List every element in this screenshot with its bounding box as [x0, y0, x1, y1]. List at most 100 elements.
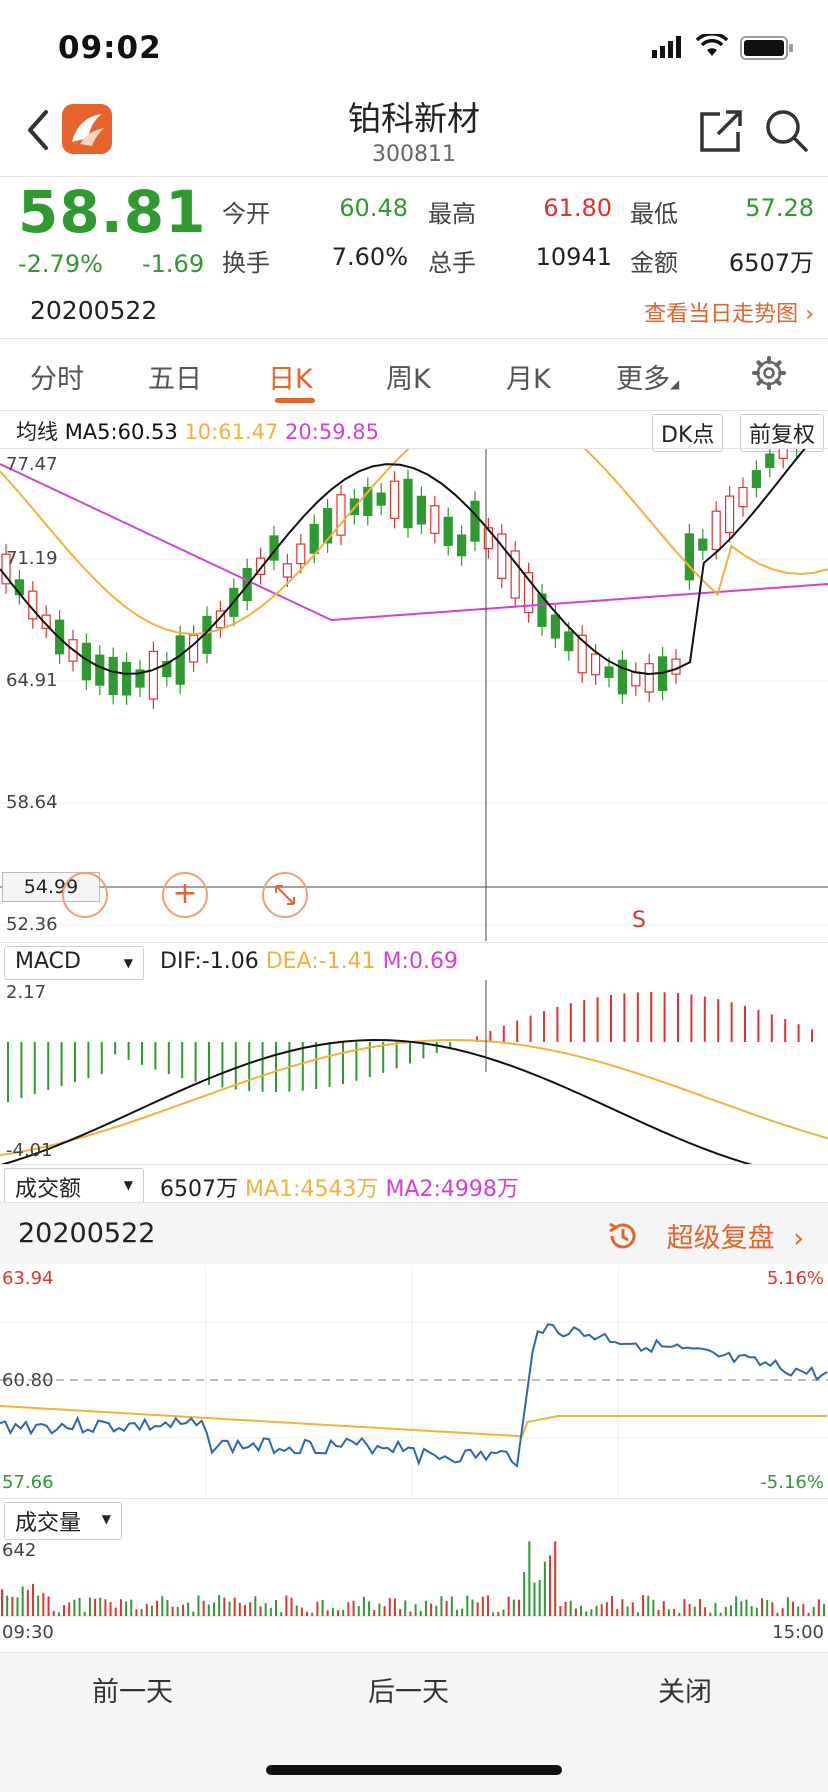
tab-more-label: 更多 — [616, 364, 670, 395]
candle-body — [189, 634, 199, 663]
candle-body — [148, 650, 158, 700]
candle-body — [738, 486, 748, 508]
tab-monthly-k[interactable]: 月K — [506, 357, 551, 396]
super-replay-button[interactable]: 超级复盘 › — [606, 1216, 804, 1260]
tab-daily-k[interactable]: 日K — [268, 357, 313, 396]
battery-icon — [740, 36, 794, 64]
turnover-selector-label: 成交额 — [15, 1177, 82, 1202]
tab-more[interactable]: 更多◢ — [616, 357, 679, 396]
turnover-value: 6507万 — [160, 1177, 238, 1202]
total-volume-value: 10941 — [535, 243, 612, 271]
candle-body — [711, 510, 721, 551]
amount-label: 金额 — [630, 249, 678, 277]
open-label: 今开 — [222, 200, 270, 228]
candle-body — [617, 659, 628, 695]
volume-selector[interactable]: 成交量 ▼ — [4, 1502, 122, 1540]
candle-body — [751, 470, 762, 489]
share-icon[interactable] — [698, 108, 744, 158]
volume-y-top: 642 — [2, 1540, 37, 1561]
time-end: 15:00 — [772, 1622, 824, 1643]
change-pct: -2.79% — [18, 250, 103, 278]
candle-body — [309, 523, 319, 554]
intraday-price-mid: 60.80 — [2, 1370, 54, 1391]
next-day-button[interactable]: 后一天 — [368, 1670, 449, 1709]
plus-icon: + — [172, 876, 198, 911]
dif-line — [0, 1039, 753, 1164]
turnover-selector[interactable]: 成交额 ▼ — [4, 1168, 144, 1206]
chevron-right-icon: › — [793, 1223, 804, 1254]
candle-body — [121, 661, 132, 696]
candle-body — [443, 516, 453, 547]
turnover-legend: 6507万 MA1:4543万 MA2:4998万 — [160, 1171, 519, 1203]
candle-body — [403, 478, 413, 529]
search-icon[interactable] — [764, 108, 810, 158]
macd-legend: DIF:-1.06 DEA:-1.41 M:0.69 — [160, 949, 458, 974]
tab-five-day[interactable]: 五日 — [148, 357, 202, 396]
candle-body — [175, 635, 185, 685]
intraday-price-bottom: 57.66 — [2, 1472, 54, 1493]
turnover-rate-value: 7.60% — [331, 243, 408, 271]
adjust-button[interactable]: 前复权 — [740, 414, 825, 452]
candle-body — [590, 653, 601, 676]
turnover-ma2: MA2:4998万 — [385, 1177, 519, 1202]
current-price: 58.81 — [18, 178, 207, 246]
candle-body — [416, 495, 426, 525]
fullscreen-button[interactable] — [262, 872, 308, 918]
candle-body — [470, 500, 480, 542]
kline-y-label-3: 64.91 — [6, 670, 58, 691]
zoom-in-button[interactable]: + — [162, 872, 208, 918]
kline-chart[interactable] — [0, 449, 828, 941]
chevron-right-icon: › — [805, 302, 814, 327]
ma5-value: MA5:60.53 — [64, 420, 178, 444]
open-value: 60.48 — [339, 194, 408, 222]
dk-point-button[interactable]: DK点 — [652, 414, 724, 452]
candle-body — [430, 505, 440, 534]
macd-selector[interactable]: MACD ▼ — [4, 946, 144, 980]
kline-y-label-1: 77.47 — [6, 454, 58, 475]
replay-date: 20200522 — [18, 1218, 156, 1249]
tab-weekly-k[interactable]: 周K — [386, 357, 431, 396]
candle-body — [698, 538, 708, 551]
home-indicator — [266, 1765, 562, 1775]
sell-signal-marker: S — [632, 908, 646, 933]
caret-down-icon: ▼ — [123, 1178, 133, 1192]
close-button[interactable]: 关闭 — [658, 1670, 712, 1709]
dea-line — [0, 1039, 828, 1157]
prev-day-button[interactable]: 前一天 — [92, 1670, 173, 1709]
ma5-line — [0, 449, 806, 675]
view-today-label: 查看当日走势图 — [644, 302, 799, 327]
macd-y-top: 2.17 — [6, 982, 47, 1003]
candle-body — [631, 671, 641, 687]
candle-body — [724, 495, 735, 534]
candle-body — [95, 654, 105, 686]
m-value: M:0.69 — [382, 949, 458, 974]
tab-intraday[interactable]: 分时 — [30, 357, 84, 396]
intraday-pct-top: 5.16% — [766, 1268, 824, 1289]
low-value: 57.28 — [745, 194, 814, 222]
volume-chart — [0, 1541, 828, 1617]
intraday-price-top: 63.94 — [2, 1268, 54, 1289]
zoom-out-button[interactable] — [62, 872, 108, 918]
candle-body — [765, 453, 775, 468]
settings-gear-icon[interactable] — [752, 356, 786, 394]
caret-down-icon: ▼ — [101, 1512, 111, 1526]
active-tab-indicator — [275, 398, 315, 403]
candle-body — [550, 614, 561, 639]
wifi-icon — [695, 32, 729, 62]
view-today-link[interactable]: 查看当日走势图 › — [644, 296, 814, 328]
candle-body — [778, 449, 788, 459]
caret-icon: ◢ — [670, 377, 680, 391]
intraday-chart[interactable] — [0, 1266, 828, 1496]
candle-body — [457, 534, 467, 557]
candle-body — [390, 480, 400, 520]
history-icon — [606, 1219, 640, 1260]
turnover-ma1: MA1:4543万 — [245, 1177, 379, 1202]
total-volume-label: 总手 — [428, 249, 476, 277]
macd-y-bottom: -4.01 — [6, 1140, 53, 1161]
dea-value: DEA:-1.41 — [265, 949, 376, 974]
candle-body — [282, 563, 292, 578]
kline-y-label-4: 58.64 — [6, 792, 58, 813]
kline-y-label-2: 71.19 — [6, 548, 58, 569]
expand-icon — [275, 885, 295, 905]
candle-body — [323, 508, 333, 544]
